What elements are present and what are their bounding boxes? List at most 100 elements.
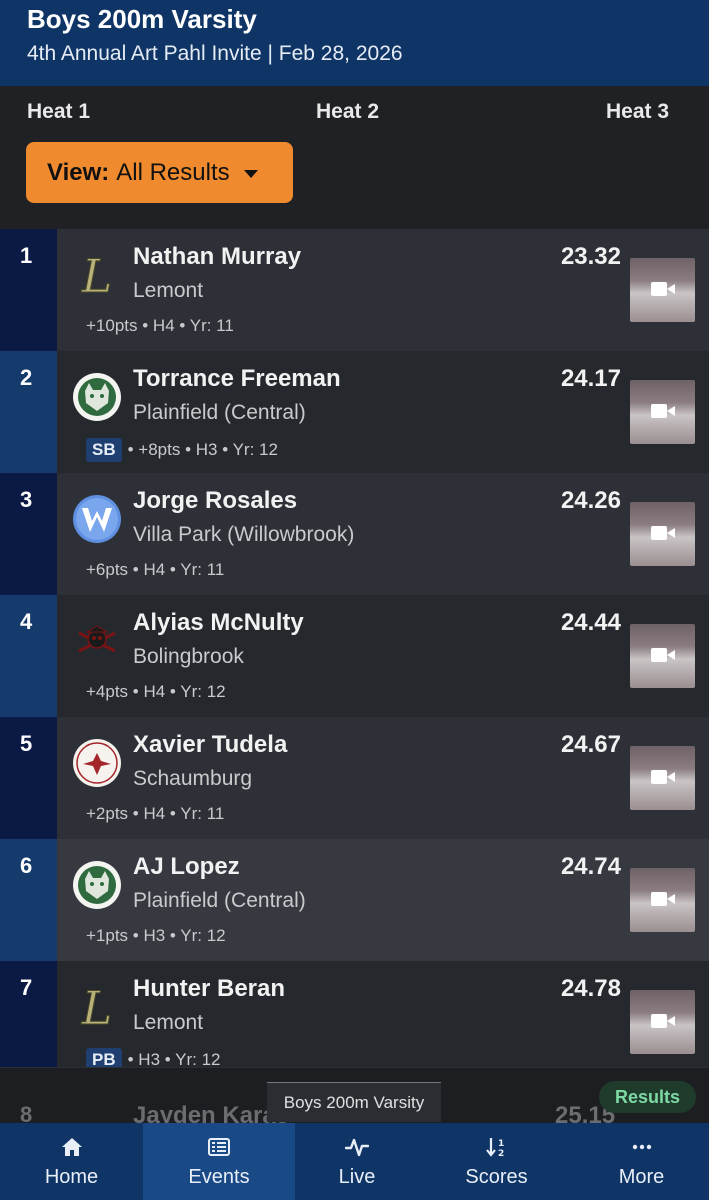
video-thumbnail[interactable]: [630, 624, 695, 688]
result-meta: SB • +8pts • H3 • Yr: 12: [86, 438, 278, 462]
view-filter-label: View:: [47, 158, 110, 186]
results-pill-button[interactable]: Results: [599, 1081, 696, 1113]
result-meta: +2pts • H4 • Yr: 11: [86, 804, 224, 824]
athlete-name[interactable]: Torrance Freeman: [133, 365, 341, 393]
tab-label: Home: [44, 1166, 99, 1188]
tab-label: Scores: [465, 1166, 528, 1188]
sort-icon: 12: [485, 1138, 504, 1159]
athlete-name[interactable]: Alyias McNulty: [133, 609, 304, 637]
athlete-name[interactable]: Jorge Rosales: [133, 487, 297, 515]
tab-label: Live: [338, 1166, 376, 1188]
team-name: Schaumburg: [133, 767, 253, 790]
athlete-name[interactable]: Xavier Tudela: [133, 731, 287, 759]
video-thumbnail[interactable]: [630, 990, 695, 1054]
place-cell: 1: [0, 229, 57, 351]
result-row[interactable]: 7 L Hunter Beran Lemont PB • H3 • Yr: 12 …: [0, 961, 709, 1083]
meet-subtitle: 4th Annual Art Pahl Invite | Feb 28, 202…: [27, 42, 403, 65]
result-row[interactable]: 3 Jorge Rosales Villa Park (Willowbrook)…: [0, 473, 709, 595]
svg-text:1: 1: [498, 1139, 504, 1149]
video-thumbnail[interactable]: [630, 258, 695, 322]
video-camera-lens: [667, 894, 675, 904]
tab-home[interactable]: Home: [0, 1123, 143, 1200]
tab-heat-2[interactable]: Heat 2: [316, 100, 379, 124]
meta-text: +1pts • H3 • Yr: 12: [86, 926, 226, 945]
result-time: 24.26: [560, 487, 621, 514]
pulse-icon: [345, 1138, 369, 1157]
team-name: Plainfield (Central): [133, 889, 306, 912]
video-camera-icon: [651, 1014, 667, 1028]
view-filter-value: All Results: [116, 158, 230, 186]
video-camera-icon: [651, 648, 667, 662]
meta-text: +2pts • H4 • Yr: 11: [86, 804, 225, 823]
event-subbar: 8 Jayden Karas 25.15 Boys 200m Varsity R…: [0, 1067, 709, 1129]
schaumburg-logo-icon: [73, 739, 121, 787]
place-cell: 7: [0, 961, 57, 1083]
video-thumbnail[interactable]: [630, 380, 695, 444]
svg-text:2: 2: [498, 1149, 504, 1159]
more-icon: [632, 1144, 651, 1150]
tab-scores[interactable]: 12 Scores: [419, 1123, 574, 1200]
plainfield-wildcat-logo-icon: [73, 373, 121, 421]
place-number: 7: [20, 975, 33, 1000]
result-meta: +6pts • H4 • Yr: 11: [86, 560, 224, 580]
result-time: 23.32: [560, 243, 621, 270]
place-number: 2: [20, 365, 33, 390]
video-camera-lens: [667, 772, 675, 782]
heat-tabs: Heat 1 Heat 2 Heat 3: [0, 86, 709, 138]
video-camera-icon: [651, 282, 667, 296]
video-camera-lens: [667, 650, 675, 660]
tab-heat-3[interactable]: Heat 3: [606, 100, 669, 124]
team-name: Villa Park (Willowbrook): [133, 523, 355, 546]
results-list: 1 L Nathan Murray Lemont +10pts • H4 • Y…: [0, 229, 709, 1122]
result-row[interactable]: 4 Alyias McNulty Bolingbrook +4pts • H4 …: [0, 595, 709, 717]
team-name: Lemont: [133, 1011, 204, 1034]
result-row[interactable]: 1 L Nathan Murray Lemont +10pts • H4 • Y…: [0, 229, 709, 351]
willowbrook-logo-icon: [73, 495, 121, 543]
athlete-name[interactable]: Nathan Murray: [133, 243, 301, 271]
result-time: 24.67: [560, 731, 621, 758]
place-cell: 3: [0, 473, 57, 595]
team-name: Bolingbrook: [133, 645, 244, 668]
athlete-name[interactable]: Hunter Beran: [133, 975, 285, 1003]
place-number: 6: [20, 853, 33, 878]
video-camera-icon: [651, 526, 667, 540]
list-icon: [208, 1138, 230, 1156]
tab-label: More: [618, 1166, 665, 1188]
svg-text:L: L: [81, 981, 113, 1033]
view-filter-button[interactable]: View: All Results: [26, 142, 293, 203]
result-time: 24.17: [560, 365, 621, 392]
result-time: 24.74: [560, 853, 621, 880]
result-row[interactable]: 2 Torrance Freeman Plainfield (Central) …: [0, 351, 709, 473]
current-event-label[interactable]: Boys 200m Varsity: [267, 1082, 441, 1122]
video-camera-lens: [667, 1016, 675, 1026]
meta-text: +4pts • H4 • Yr: 12: [86, 682, 226, 701]
place-number: 5: [20, 731, 33, 756]
video-thumbnail[interactable]: [630, 746, 695, 810]
result-row[interactable]: 6 AJ Lopez Plainfield (Central) +1pts • …: [0, 839, 709, 961]
place-number: 3: [20, 487, 33, 512]
video-camera-icon: [651, 404, 667, 418]
result-time: 24.78: [560, 975, 621, 1002]
lemont-logo-icon: L: [80, 249, 113, 301]
tab-events[interactable]: Events: [143, 1123, 295, 1200]
video-camera-lens: [667, 528, 675, 538]
caret-down-icon: [243, 169, 258, 178]
bottom-tab-bar: Home Events Live 12 Scores More: [0, 1123, 709, 1200]
result-meta: +1pts • H3 • Yr: 12: [86, 926, 226, 946]
tab-live[interactable]: Live: [295, 1123, 419, 1200]
meta-text: +6pts • H4 • Yr: 11: [86, 560, 225, 579]
video-thumbnail[interactable]: [630, 502, 695, 566]
page-title: Boys 200m Varsity: [27, 4, 257, 34]
athlete-name[interactable]: AJ Lopez: [133, 853, 240, 881]
place-number: 1: [20, 243, 33, 268]
svg-text:L: L: [81, 249, 113, 301]
result-meta: +4pts • H4 • Yr: 12: [86, 682, 226, 702]
place-cell: 6: [0, 839, 57, 961]
tab-label: Events: [188, 1166, 250, 1188]
team-name: Plainfield (Central): [133, 401, 306, 424]
tab-heat-1[interactable]: Heat 1: [27, 100, 90, 124]
result-row[interactable]: 5 Xavier Tudela Schaumburg +2pts • H4 • …: [0, 717, 709, 839]
video-thumbnail[interactable]: [630, 868, 695, 932]
meta-text: • +8pts • H3 • Yr: 12: [127, 440, 278, 459]
tab-more[interactable]: More: [574, 1123, 709, 1200]
